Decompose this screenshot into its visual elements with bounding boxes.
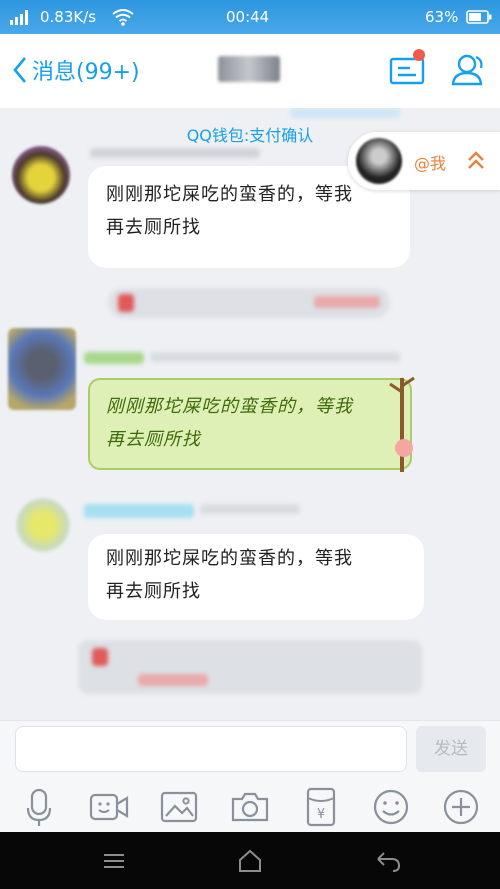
plus-icon[interactable]	[440, 786, 482, 828]
back-label: 消息(99+)	[32, 60, 140, 85]
blurred-notice-text	[314, 296, 380, 308]
unread-mention-pill[interactable]: @我	[348, 132, 500, 190]
camera-icon[interactable]	[229, 786, 271, 828]
blurred-card-icon	[92, 648, 108, 666]
microphone-icon[interactable]	[18, 786, 60, 828]
signal-icon	[10, 10, 28, 25]
menu-icon[interactable]	[100, 847, 128, 875]
emoji-icon[interactable]	[370, 786, 412, 828]
home-icon[interactable]	[236, 847, 264, 875]
avatar[interactable]	[12, 146, 70, 204]
notification-dot	[413, 49, 425, 61]
blurred-sender-name	[90, 148, 260, 158]
chat-header: 消息(99+)	[0, 34, 500, 109]
message-bubble[interactable]: 刚刚那坨屎吃的蛮香的，等我 再去厕所找	[88, 534, 424, 620]
input-bar: 发送	[0, 720, 500, 783]
double-chevron-up-icon	[468, 151, 484, 169]
battery-percent: 63%	[425, 8, 459, 26]
red-packet-icon[interactable]: ¥	[300, 786, 342, 828]
video-call-icon[interactable]	[88, 786, 130, 828]
message-text: 再去厕所找	[106, 581, 201, 602]
blurred-sender-name	[84, 352, 144, 364]
blurred-card-text	[138, 674, 208, 686]
status-bar: 0.83K/s 00:44 63%	[0, 0, 500, 34]
message-text: 刚刚那坨屎吃的蛮香的，等我	[106, 396, 353, 417]
message-bubble[interactable]: 刚刚那坨屎吃的蛮香的，等我 再去厕所找	[88, 378, 412, 470]
blurred-sender-title	[150, 352, 400, 362]
message-input[interactable]	[15, 726, 407, 772]
avatar[interactable]	[8, 328, 76, 410]
back-button[interactable]: 消息(99+)	[12, 52, 140, 88]
mention-label: @我	[414, 154, 447, 173]
input-toolbar: ¥	[0, 782, 500, 832]
svg-text:¥: ¥	[317, 807, 325, 822]
message-text: 刚刚那坨屎吃的蛮香的，等我	[106, 548, 353, 569]
clock: 00:44	[226, 8, 270, 26]
blurred-sender-title	[200, 504, 300, 514]
back-chevron-icon	[13, 57, 26, 83]
wifi-icon	[112, 9, 134, 26]
avatar[interactable]	[16, 498, 70, 552]
back-icon[interactable]	[374, 847, 402, 875]
message-text: 再去厕所找	[106, 429, 201, 450]
bubble-decoration-icon	[389, 376, 415, 472]
blurred-notice-icon	[118, 294, 134, 312]
send-button[interactable]: 发送	[416, 726, 486, 772]
message-text: 再去厕所找	[106, 217, 201, 238]
network-speed: 0.83K/s	[40, 8, 97, 26]
battery-icon	[466, 10, 492, 24]
blurred-text	[290, 108, 400, 118]
blurred-card	[78, 640, 422, 694]
blurred-sender-name	[84, 504, 194, 518]
avatar	[356, 138, 402, 184]
contacts-icon[interactable]	[448, 48, 492, 92]
image-icon[interactable]	[158, 786, 200, 828]
chat-title	[218, 56, 280, 82]
message-text: 刚刚那坨屎吃的蛮香的，等我	[106, 184, 353, 205]
chat-area[interactable]: QQ钱包:支付确认 刚刚那坨屎吃的蛮香的，等我 再去厕所找 刚刚那坨屎吃的蛮香的…	[0, 108, 500, 720]
system-navigation-bar	[0, 832, 500, 889]
